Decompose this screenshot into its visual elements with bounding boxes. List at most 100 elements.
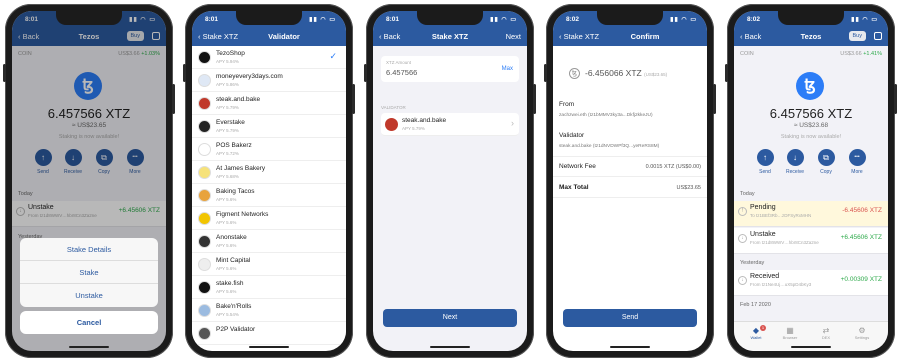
validator-name: Figment Networks — [216, 211, 269, 218]
more-button[interactable]: ••• More — [846, 149, 868, 175]
pending-icon: ! — [738, 207, 747, 216]
amount-value: 6.457566 — [386, 68, 418, 77]
validator-apy: APY 5.68% — [216, 174, 239, 179]
notification-badge: 1 — [760, 325, 766, 331]
from-value: zachzwei.eth (tz1bMMV3ky3a...Dkfj2kkeJU) — [559, 113, 653, 118]
validator-apy: APY 5.72% — [216, 151, 239, 156]
amount-label: XTZ Amount — [386, 60, 412, 65]
validator-name: Everstake — [216, 119, 245, 126]
more-icon: ••• — [848, 149, 866, 166]
copy-button[interactable]: ⧉ Copy — [815, 149, 837, 175]
validator-name: Baking Tacos — [216, 188, 255, 195]
validator-name: stake.fish — [216, 280, 244, 287]
buy-button[interactable]: Buy — [848, 31, 866, 41]
page-title: Stake XTZ — [431, 32, 469, 41]
validator-name: moneyevery3days.com — [216, 73, 283, 80]
unstake-option[interactable]: Unstake — [20, 284, 158, 307]
tab-wallet[interactable]: ◆ Wallet 1 — [744, 325, 768, 340]
validator-apy: APY 5.6% — [216, 289, 237, 294]
validator-name: At James Bakery — [216, 165, 266, 172]
coin-label: COIN — [740, 51, 754, 57]
validator-row[interactable]: At James Bakery APY 5.68% — [192, 161, 346, 184]
validator-row[interactable]: Anonstake APY 5.6% — [192, 230, 346, 253]
validator-row[interactable]: POS Bakerz APY 5.72% — [192, 138, 346, 161]
status-time: 8:02 — [747, 16, 761, 23]
next-nav-button[interactable]: Next — [506, 32, 521, 41]
send-button[interactable]: Send — [563, 309, 697, 327]
copy-icon: ⧉ — [817, 149, 835, 166]
settings-icon: ⚙ — [858, 326, 866, 335]
validator-logo-icon — [198, 74, 211, 87]
cancel-button[interactable]: Cancel — [20, 311, 158, 334]
coin-price: US$3.66 +1.41% — [840, 51, 882, 57]
send-button[interactable]: ↑ Send — [754, 149, 776, 175]
tab-browser[interactable]: ▦ Browser — [778, 326, 802, 340]
balance-amount: 6.457566 XTZ — [769, 106, 853, 121]
balance-usd: ≈ US$23.68 — [793, 122, 829, 129]
screen: 8:01 ▮▮ ◠ ▭ ‹ Back Tezos Buy COIN US$3.66 … — [12, 11, 166, 351]
transaction-row-unstake[interactable]: ↓ Unstake From tz1d8WWV…hbr8Cn3Za2ne +6.… — [734, 228, 888, 254]
validator-logo-icon — [198, 166, 211, 179]
validator-row[interactable]: Figment Networks APY 5.6% — [192, 207, 346, 230]
validator-logo-icon — [198, 51, 211, 64]
transaction-row-received[interactable]: ↓ Received From tz1Ne4Uj…uX5pD4bKy3 +0.0… — [734, 270, 888, 296]
validator-logo-icon — [198, 97, 211, 110]
validator-row[interactable]: Bake'n'Rolls APY 5.54% — [192, 299, 346, 322]
validator-logo-icon — [198, 120, 211, 133]
stake-details-option[interactable]: Stake Details — [20, 238, 158, 261]
screen: 8:02 ▮▮ ◠ ▭ ‹ Stake XTZ Confirm ꜩ -6.4560… — [553, 11, 707, 351]
receive-button[interactable]: ↓ Receive — [784, 149, 806, 175]
phone-frame: 8:01 ▮▮ ◠ ▭ ‹ Stake XTZ Validator TezoSho… — [183, 4, 355, 358]
tab-settings[interactable]: ⚙ Settings — [850, 326, 874, 340]
transaction-icon: ↓ — [738, 276, 747, 285]
validator-logo-icon — [198, 304, 211, 317]
validator-name: TezoShop — [216, 50, 245, 57]
status-time: 8:01 — [205, 16, 219, 23]
validator-logo-icon — [198, 143, 211, 156]
validator-row[interactable]: P2P Validator — [192, 322, 346, 345]
selected-validator[interactable]: steak.and.bake APY 5.79% › — [381, 113, 519, 136]
fee-label: Network Fee — [559, 163, 596, 170]
validator-name: POS Bakerz — [216, 142, 252, 149]
validator-apy: APY 5.94% — [216, 59, 239, 64]
dex-icon: ⇄ — [822, 326, 830, 335]
validator-row[interactable]: Baking Tacos APY 5.6% — [192, 184, 346, 207]
validator-section-label: VALIDATOR — [381, 105, 406, 110]
validator-name: P2P Validator — [216, 326, 256, 333]
next-button[interactable]: Next — [383, 309, 517, 327]
validator-logo-icon — [198, 212, 211, 225]
browser-icon: ▦ — [786, 326, 794, 335]
validator-logo-icon — [198, 281, 211, 294]
screen: 8:01 ▮▮ ◠ ▭ ‹ Back Stake XTZ Next XTZ Amo… — [373, 11, 527, 351]
section-today: Today — [740, 191, 755, 197]
fee-value: 0.0015 XTZ (US$0.00) — [645, 164, 701, 170]
transaction-row-pending[interactable]: ! Pending To tz1BEf3Rb…zDFSyRxMHN -6.456… — [734, 201, 888, 227]
status-time: 8:01 — [386, 16, 400, 23]
confirm-amount: -6.456066 XTZ (US$23.65) — [585, 68, 668, 78]
page-title: Validator — [268, 32, 300, 41]
validator-name: Anonstake — [216, 234, 247, 241]
amount-field[interactable]: XTZ Amount 6.457566 Max — [381, 56, 519, 82]
status-time: 8:02 — [566, 16, 580, 23]
screen: 8:02 ▮▮ ◠ ▭ ‹ Back Tezos Buy COIN US$3.66 … — [734, 11, 888, 351]
tab-dex[interactable]: ⇄ DEX — [814, 326, 838, 340]
validator-row[interactable]: stake.fish APY 5.6% — [192, 276, 346, 299]
phone-frame: 8:01 ▮▮ ◠ ▭ ‹ Back Stake XTZ Next XTZ Amo… — [364, 4, 536, 358]
validator-row[interactable]: steak.and.bake APY 5.79% — [192, 92, 346, 115]
total-label: Max Total — [559, 184, 589, 191]
validator-apy: APY 5.54% — [216, 312, 239, 317]
max-button[interactable]: Max — [502, 66, 513, 72]
validator-row[interactable]: Everstake APY 5.79% — [192, 115, 346, 138]
validator-row[interactable]: Mint Capital APY 5.6% — [192, 253, 346, 276]
staking-note: Staking is now available! — [780, 134, 842, 140]
chart-icon[interactable] — [874, 32, 882, 40]
validator-row[interactable]: moneyevery3days.com APY 5.86% — [192, 69, 346, 92]
validator-row[interactable]: TezoShop APY 5.94% ✓ — [192, 46, 346, 69]
validator-apy: APY 5.79% — [216, 128, 239, 133]
action-sheet: Stake Details Stake Unstake — [20, 238, 158, 307]
stake-option[interactable]: Stake — [20, 261, 158, 284]
validator-apy: APY 5.6% — [216, 266, 237, 271]
validator-logo-icon — [198, 258, 211, 271]
validator-logo-icon — [198, 235, 211, 248]
validator-logo-icon — [385, 118, 398, 131]
